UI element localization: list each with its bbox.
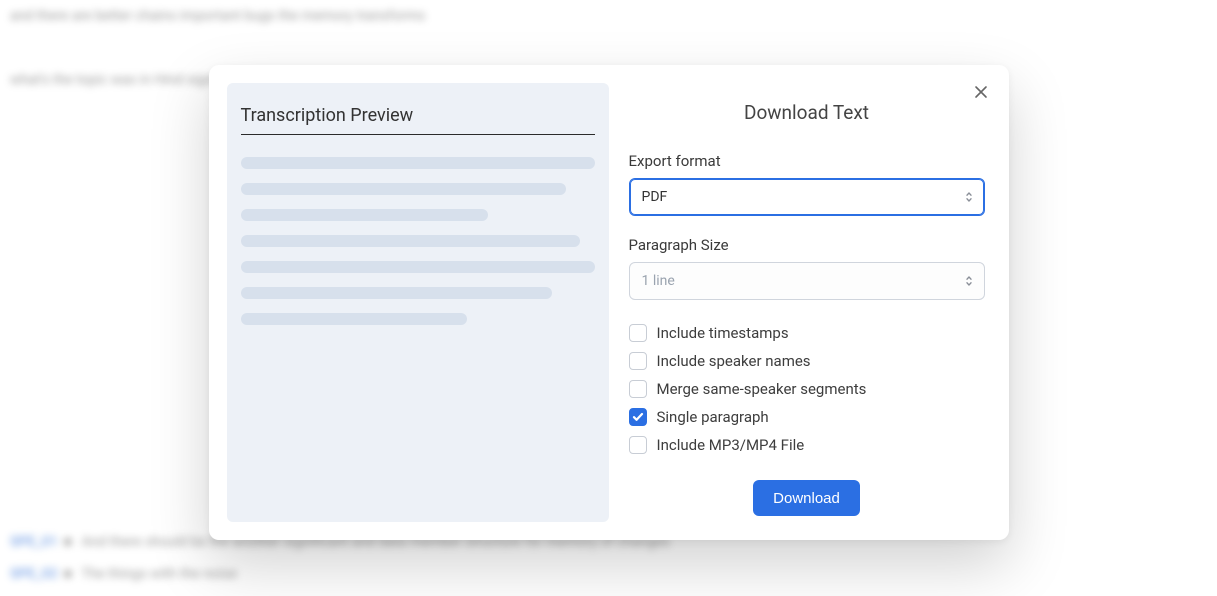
checkbox[interactable] [629,324,647,342]
transcription-preview-pane: Transcription Preview [227,83,609,522]
skeleton-line [241,183,567,195]
modal-title: Download Text [629,101,985,124]
checkbox[interactable] [629,380,647,398]
skeleton-line [241,313,468,325]
checkbox[interactable] [629,352,647,370]
option-merge-speaker[interactable]: Merge same-speaker segments [629,380,985,398]
option-label: Include timestamps [657,324,789,342]
paragraph-size-select[interactable]: 1 line [629,262,985,300]
preview-title: Transcription Preview [241,99,595,135]
export-format-label: Export format [629,152,985,170]
modal-overlay: Transcription Preview Download Text Expo… [0,0,1217,596]
paragraph-size-value: 1 line [642,273,675,289]
download-text-modal: Transcription Preview Download Text Expo… [209,65,1009,540]
skeleton-line [241,261,595,273]
close-button[interactable] [967,79,995,107]
option-include-timestamps[interactable]: Include timestamps [629,324,985,342]
skeleton-line [241,157,595,169]
download-button[interactable]: Download [753,480,860,516]
checkbox[interactable] [629,436,647,454]
option-label: Single paragraph [657,408,769,426]
close-icon [974,85,988,102]
option-label: Include MP3/MP4 File [657,436,805,454]
checkbox[interactable] [629,408,647,426]
paragraph-size-label: Paragraph Size [629,236,985,254]
option-include-speakers[interactable]: Include speaker names [629,352,985,370]
export-format-select[interactable]: PDF [629,178,985,216]
export-format-value: PDF [642,189,668,205]
options-group: Include timestamps Include speaker names… [629,324,985,454]
skeleton-line [241,235,581,247]
option-label: Merge same-speaker segments [657,380,867,398]
skeleton-line [241,287,553,299]
option-single-paragraph[interactable]: Single paragraph [629,408,985,426]
option-include-media[interactable]: Include MP3/MP4 File [629,436,985,454]
download-form: Download Text Export format PDF Paragrap… [629,83,991,522]
skeleton-line [241,209,489,221]
option-label: Include speaker names [657,352,811,370]
